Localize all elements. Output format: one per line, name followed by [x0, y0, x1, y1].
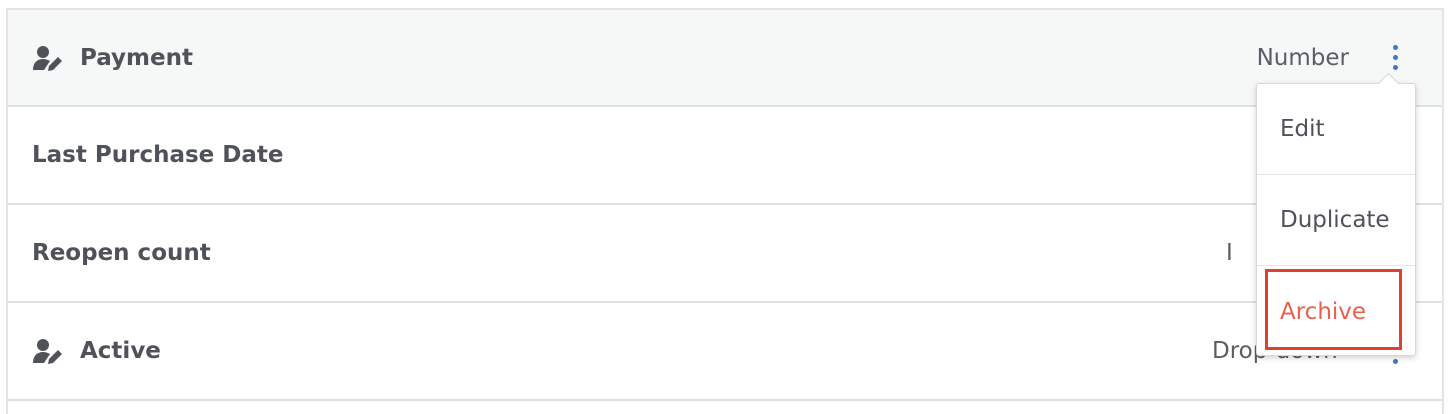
list-item-reopen-count[interactable]: Reopen count I: [8, 205, 1442, 303]
field-name: Payment: [80, 44, 193, 71]
user-edit-icon: [33, 45, 62, 71]
user-edit-icon: [33, 339, 62, 364]
row-actions-menu: Edit Duplicate Archive: [1256, 72, 1416, 357]
field-name: Last Purchase Date: [32, 142, 284, 168]
menu-item-edit[interactable]: Edit: [1257, 84, 1415, 175]
field-name: Active: [80, 338, 161, 364]
menu-item-archive[interactable]: Archive: [1257, 266, 1415, 357]
field-type: I: [1226, 240, 1233, 266]
custom-field-list: Payment Number Last Purchase Date Reopen…: [6, 8, 1444, 414]
field-name: Reopen count: [32, 240, 211, 266]
list-item-active[interactable]: Active Drop-down: [8, 303, 1442, 401]
list-item-last-purchase-date[interactable]: Last Purchase Date: [8, 107, 1442, 205]
list-item-payment[interactable]: Payment Number: [8, 10, 1442, 107]
menu-item-duplicate[interactable]: Duplicate: [1257, 175, 1415, 266]
